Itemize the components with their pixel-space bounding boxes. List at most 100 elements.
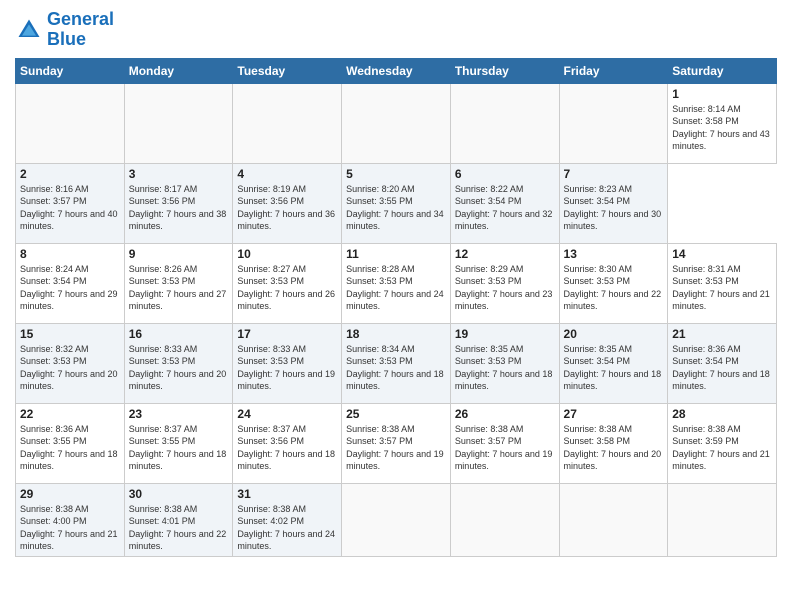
calendar-day-16: 16 Sunrise: 8:33 AMSunset: 3:53 PMDayligh… [124, 323, 233, 403]
day-info: Sunrise: 8:38 AMSunset: 3:58 PMDaylight:… [564, 423, 664, 473]
day-info: Sunrise: 8:14 AMSunset: 3:58 PMDaylight:… [672, 103, 772, 153]
empty-cell [16, 83, 125, 163]
weekday-header-sunday: Sunday [16, 58, 125, 83]
calendar-body: 1 Sunrise: 8:14 AMSunset: 3:58 PMDaylight… [16, 83, 777, 556]
calendar-week-4: 22 Sunrise: 8:36 AMSunset: 3:55 PMDayligh… [16, 403, 777, 483]
calendar-day-20: 20 Sunrise: 8:35 AMSunset: 3:54 PMDayligh… [559, 323, 668, 403]
day-number: 8 [20, 247, 120, 261]
empty-cell [233, 83, 342, 163]
day-number: 7 [564, 167, 664, 181]
calendar-page: General Blue SundayMondayTuesdayWednesda… [0, 0, 792, 612]
day-info: Sunrise: 8:38 AMSunset: 3:59 PMDaylight:… [672, 423, 772, 473]
day-number: 24 [237, 407, 337, 421]
calendar-day-23: 23Sunrise: 8:37 AMSunset: 3:55 PMDayligh… [124, 403, 233, 483]
calendar-day-8: 8Sunrise: 8:24 AMSunset: 3:54 PMDaylight… [16, 243, 125, 323]
day-number: 18 [346, 327, 446, 341]
day-info: Sunrise: 8:35 AMSunset: 3:53 PMDaylight:… [455, 343, 555, 393]
calendar-week-0: 1 Sunrise: 8:14 AMSunset: 3:58 PMDaylight… [16, 83, 777, 163]
day-number: 4 [237, 167, 337, 181]
day-info: Sunrise: 8:38 AMSunset: 4:02 PMDaylight:… [237, 503, 337, 553]
day-info: Sunrise: 8:20 AMSunset: 3:55 PMDaylight:… [346, 183, 446, 233]
day-info: Sunrise: 8:16 AMSunset: 3:57 PMDaylight:… [20, 183, 120, 233]
day-info: Sunrise: 8:22 AMSunset: 3:54 PMDaylight:… [455, 183, 555, 233]
calendar-day-7: 7 Sunrise: 8:23 AMSunset: 3:54 PMDaylight… [559, 163, 668, 243]
day-info: Sunrise: 8:28 AMSunset: 3:53 PMDaylight:… [346, 263, 446, 313]
calendar-day-13: 13 Sunrise: 8:30 AMSunset: 3:53 PMDayligh… [559, 243, 668, 323]
logo: General Blue [15, 10, 114, 50]
day-number: 20 [564, 327, 664, 341]
day-number: 10 [237, 247, 337, 261]
day-number: 29 [20, 487, 120, 501]
calendar-table: SundayMondayTuesdayWednesdayThursdayFrid… [15, 58, 777, 557]
day-info: Sunrise: 8:23 AMSunset: 3:54 PMDaylight:… [564, 183, 664, 233]
calendar-day-31: 31Sunrise: 8:38 AMSunset: 4:02 PMDayligh… [233, 483, 342, 556]
weekday-header-thursday: Thursday [450, 58, 559, 83]
day-number: 1 [672, 87, 772, 101]
day-number: 3 [129, 167, 229, 181]
calendar-day-19: 19 Sunrise: 8:35 AMSunset: 3:53 PMDayligh… [450, 323, 559, 403]
weekday-header-saturday: Saturday [668, 58, 777, 83]
calendar-day-5: 5 Sunrise: 8:20 AMSunset: 3:55 PMDaylight… [342, 163, 451, 243]
day-info: Sunrise: 8:36 AMSunset: 3:55 PMDaylight:… [20, 423, 120, 473]
day-info: Sunrise: 8:36 AMSunset: 3:54 PMDaylight:… [672, 343, 772, 393]
empty-cell [559, 83, 668, 163]
calendar-day-6: 6 Sunrise: 8:22 AMSunset: 3:54 PMDaylight… [450, 163, 559, 243]
calendar-day-25: 25Sunrise: 8:38 AMSunset: 3:57 PMDayligh… [342, 403, 451, 483]
weekday-header-row: SundayMondayTuesdayWednesdayThursdayFrid… [16, 58, 777, 83]
day-info: Sunrise: 8:32 AMSunset: 3:53 PMDaylight:… [20, 343, 120, 393]
calendar-day-30: 30Sunrise: 8:38 AMSunset: 4:01 PMDayligh… [124, 483, 233, 556]
day-info: Sunrise: 8:26 AMSunset: 3:53 PMDaylight:… [129, 263, 229, 313]
calendar-week-3: 15 Sunrise: 8:32 AMSunset: 3:53 PMDayligh… [16, 323, 777, 403]
day-info: Sunrise: 8:33 AMSunset: 3:53 PMDaylight:… [129, 343, 229, 393]
weekday-header-wednesday: Wednesday [342, 58, 451, 83]
day-number: 15 [20, 327, 120, 341]
calendar-day-12: 12 Sunrise: 8:29 AMSunset: 3:53 PMDayligh… [450, 243, 559, 323]
day-info: Sunrise: 8:35 AMSunset: 3:54 PMDaylight:… [564, 343, 664, 393]
day-info: Sunrise: 8:37 AMSunset: 3:55 PMDaylight:… [129, 423, 229, 473]
day-number: 22 [20, 407, 120, 421]
empty-cell [668, 483, 777, 556]
day-info: Sunrise: 8:17 AMSunset: 3:56 PMDaylight:… [129, 183, 229, 233]
day-number: 9 [129, 247, 229, 261]
calendar-day-14: 14Sunrise: 8:31 AMSunset: 3:53 PMDayligh… [668, 243, 777, 323]
day-number: 25 [346, 407, 446, 421]
day-number: 16 [129, 327, 229, 341]
day-info: Sunrise: 8:33 AMSunset: 3:53 PMDaylight:… [237, 343, 337, 393]
day-number: 6 [455, 167, 555, 181]
day-number: 19 [455, 327, 555, 341]
day-number: 5 [346, 167, 446, 181]
day-number: 17 [237, 327, 337, 341]
day-info: Sunrise: 8:29 AMSunset: 3:53 PMDaylight:… [455, 263, 555, 313]
day-info: Sunrise: 8:38 AMSunset: 4:01 PMDaylight:… [129, 503, 229, 553]
day-number: 21 [672, 327, 772, 341]
weekday-header-monday: Monday [124, 58, 233, 83]
day-info: Sunrise: 8:38 AMSunset: 3:57 PMDaylight:… [455, 423, 555, 473]
day-number: 14 [672, 247, 772, 261]
empty-cell [559, 483, 668, 556]
empty-cell [342, 483, 451, 556]
calendar-day-9: 9 Sunrise: 8:26 AMSunset: 3:53 PMDaylight… [124, 243, 233, 323]
calendar-day-11: 11Sunrise: 8:28 AMSunset: 3:53 PMDayligh… [342, 243, 451, 323]
calendar-day-15: 15 Sunrise: 8:32 AMSunset: 3:53 PMDayligh… [16, 323, 125, 403]
empty-cell [342, 83, 451, 163]
calendar-day-26: 26 Sunrise: 8:38 AMSunset: 3:57 PMDayligh… [450, 403, 559, 483]
calendar-week-5: 29 Sunrise: 8:38 AMSunset: 4:00 PMDayligh… [16, 483, 777, 556]
day-number: 13 [564, 247, 664, 261]
day-number: 12 [455, 247, 555, 261]
day-number: 26 [455, 407, 555, 421]
empty-cell [450, 483, 559, 556]
calendar-week-1: 2Sunrise: 8:16 AMSunset: 3:57 PMDaylight… [16, 163, 777, 243]
logo-text: General Blue [47, 10, 114, 50]
day-info: Sunrise: 8:38 AMSunset: 4:00 PMDaylight:… [20, 503, 120, 553]
calendar-day-3: 3 Sunrise: 8:17 AMSunset: 3:56 PMDaylight… [124, 163, 233, 243]
calendar-day-10: 10 Sunrise: 8:27 AMSunset: 3:53 PMDayligh… [233, 243, 342, 323]
day-info: Sunrise: 8:27 AMSunset: 3:53 PMDaylight:… [237, 263, 337, 313]
day-info: Sunrise: 8:30 AMSunset: 3:53 PMDaylight:… [564, 263, 664, 313]
calendar-day-1: 1 Sunrise: 8:14 AMSunset: 3:58 PMDaylight… [668, 83, 777, 163]
empty-cell [124, 83, 233, 163]
weekday-header-tuesday: Tuesday [233, 58, 342, 83]
calendar-day-21: 21 Sunrise: 8:36 AMSunset: 3:54 PMDayligh… [668, 323, 777, 403]
calendar-week-2: 8Sunrise: 8:24 AMSunset: 3:54 PMDaylight… [16, 243, 777, 323]
weekday-header-friday: Friday [559, 58, 668, 83]
page-header: General Blue [15, 10, 777, 50]
